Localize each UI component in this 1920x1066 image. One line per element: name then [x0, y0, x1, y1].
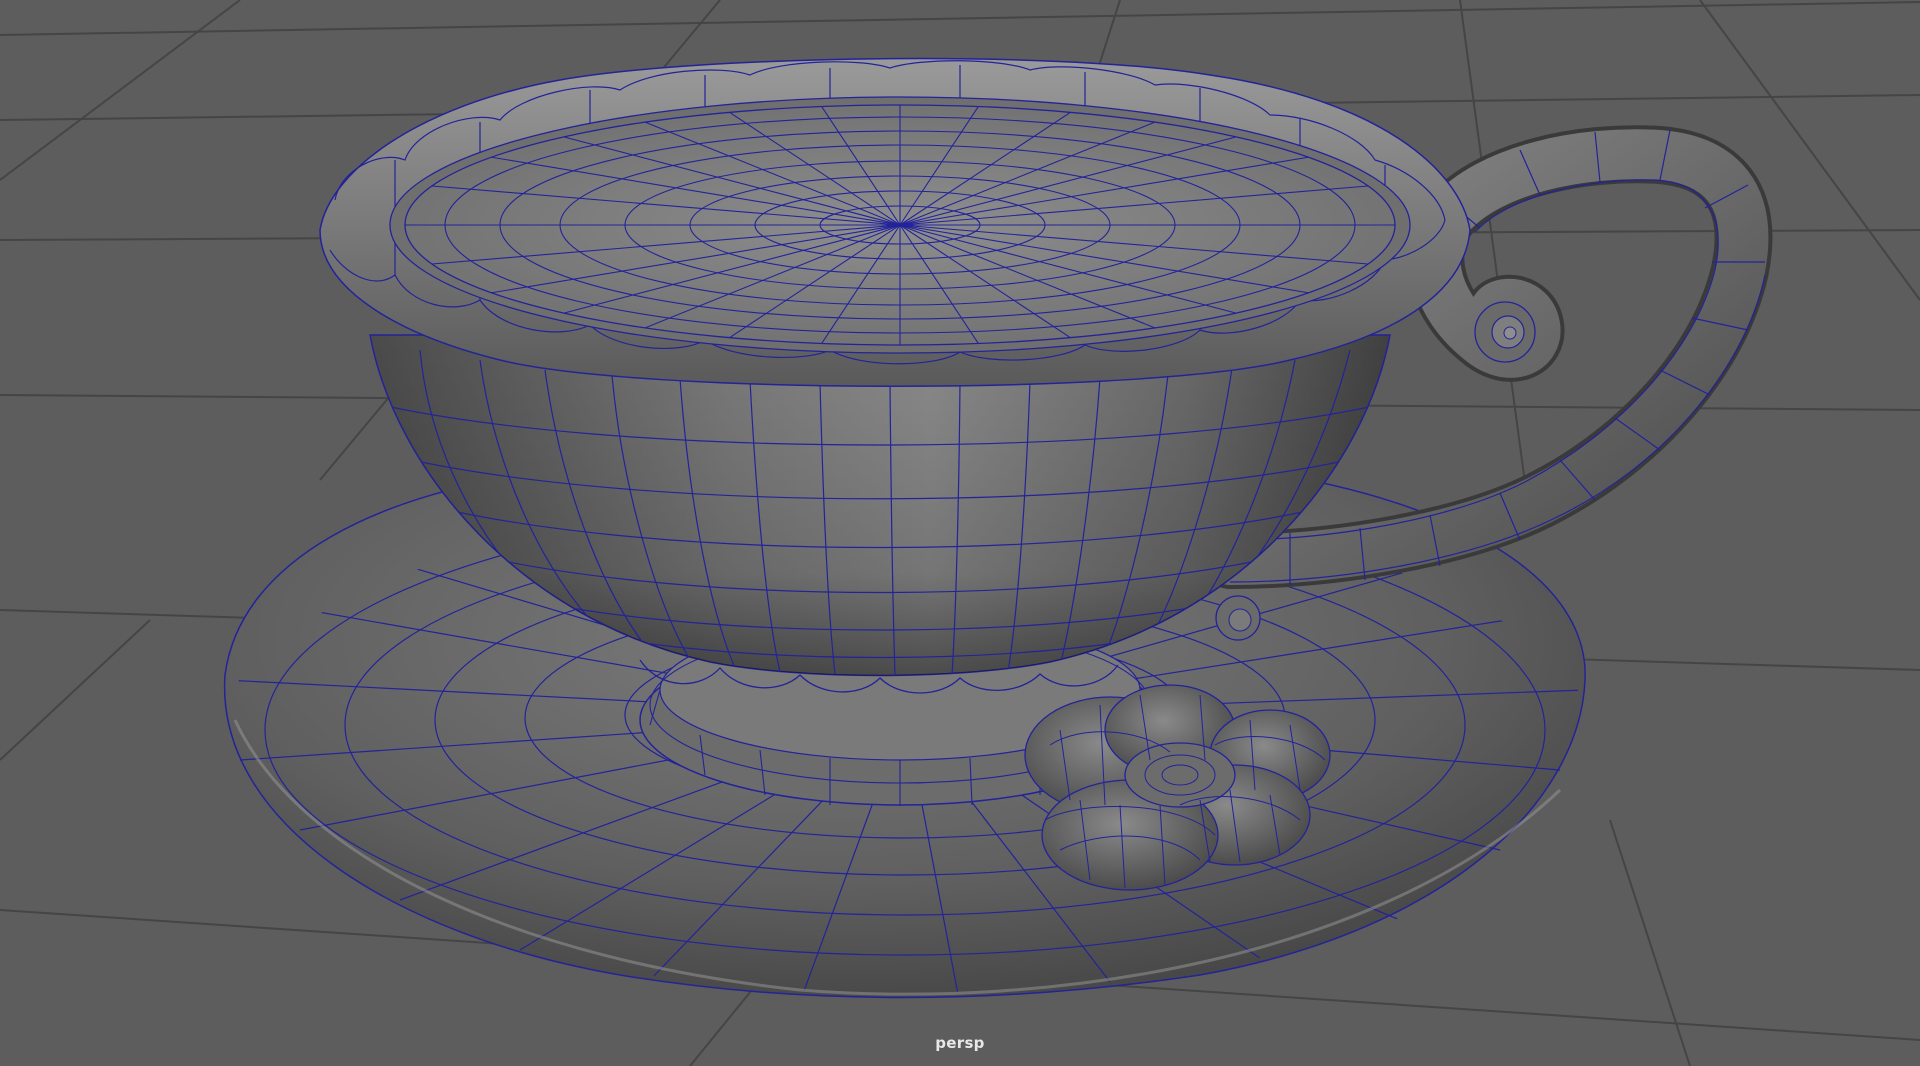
camera-name-label: persp	[935, 1034, 985, 1052]
viewport-canvas[interactable]	[0, 0, 1920, 1066]
teacup-interior[interactable]	[404, 104, 1396, 346]
perspective-viewport[interactable]: persp	[0, 0, 1920, 1066]
